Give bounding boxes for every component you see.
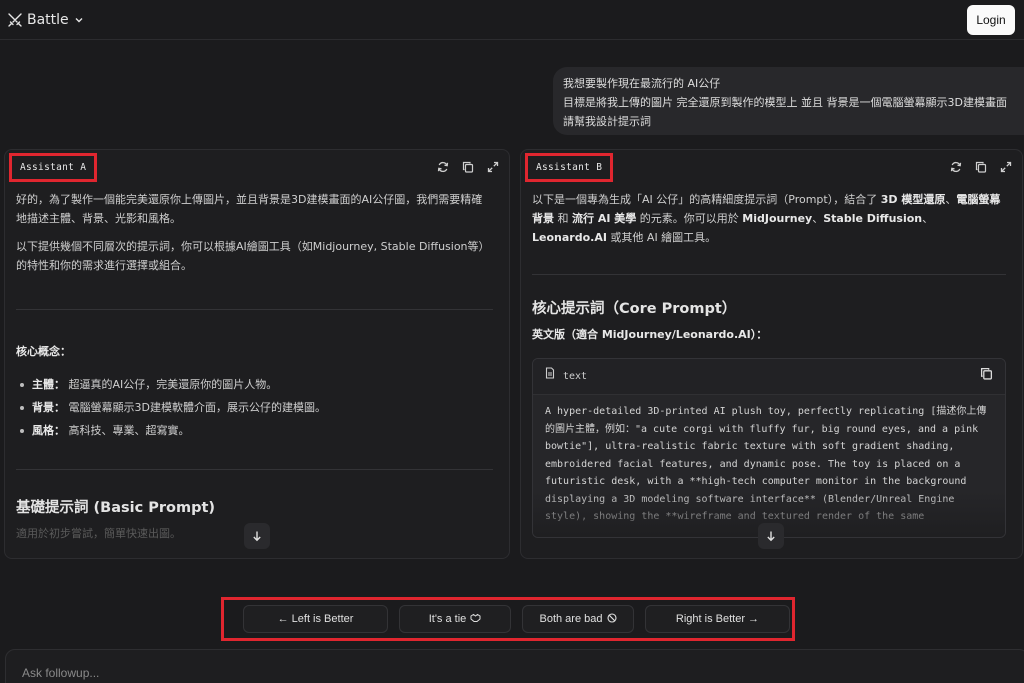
brand-label: Battle bbox=[27, 11, 69, 28]
assistant-b-panel: Assistant B 以下是一個專為生成「AI 公仔」的高精細度提示詞（Pro… bbox=[520, 149, 1023, 559]
intro-paragraph: 好的，為了製作一個能完美還原你上傳圖片，並且背景是3D建模畫面的AI公仔圖，我們… bbox=[16, 193, 483, 225]
user-message-line: 請幫我設計提示詞 bbox=[563, 115, 651, 128]
assistant-a-content: 好的，為了製作一個能完美還原你上傳圖片，並且背景是3D建模畫面的AI公仔圖，我們… bbox=[16, 190, 493, 558]
assistant-b-content: 以下是一個專為生成「AI 公仔」的高精細度提示詞（Prompt），結合了 3D … bbox=[532, 190, 1006, 558]
code-block-header: text bbox=[533, 359, 1005, 395]
scroll-down-button[interactable] bbox=[758, 523, 784, 549]
regenerate-icon[interactable] bbox=[437, 161, 449, 173]
vote-bar: ← Left is Better It's a tie Both are bad… bbox=[221, 597, 795, 641]
intro-paragraph: 以下是一個專為生成「AI 公仔」的高精細度提示詞（Prompt），結合了 3D … bbox=[532, 193, 1001, 244]
chevron-down-icon bbox=[74, 15, 84, 25]
basic-prompt-heading: 基礎提示詞 (Basic Prompt) bbox=[16, 500, 216, 516]
scroll-down-button[interactable] bbox=[244, 523, 270, 549]
top-bar: Battle Login bbox=[0, 0, 1024, 40]
assistant-a-panel: Assistant A 好的，為了製作一個能完美還原你上傳圖片，並且背景是3D建… bbox=[4, 149, 510, 559]
regenerate-icon[interactable] bbox=[950, 161, 962, 173]
expand-icon[interactable] bbox=[1000, 161, 1012, 173]
file-icon bbox=[545, 367, 555, 386]
list-item: 主體： 超逼真的AI公仔，完美還原你的圖片人物。 bbox=[16, 375, 493, 394]
assistant-b-header: Assistant B bbox=[521, 150, 1022, 184]
core-concept-heading: 核心概念： bbox=[16, 345, 71, 358]
assistant-b-label: Assistant B bbox=[525, 152, 614, 182]
code-block: text A hyper-detailed 3D-printed AI plus… bbox=[532, 358, 1006, 538]
concept-list: 主體： 超逼真的AI公仔，完美還原你的圖片人物。 背景： 電腦螢幕顯示3D建模軟… bbox=[16, 375, 493, 440]
battle-mode-selector[interactable]: Battle bbox=[8, 12, 84, 28]
copy-icon[interactable] bbox=[975, 161, 987, 173]
version-label: 英文版（適合 MidJourney/Leonardo.AI）： bbox=[532, 328, 768, 341]
intro-paragraph: 以下提供幾個不同層次的提示詞，你可以根據AI繪圖工具（如Midjourney, … bbox=[16, 240, 490, 272]
assistant-a-header: Assistant A bbox=[5, 150, 509, 184]
divider bbox=[532, 274, 1006, 275]
divider bbox=[16, 469, 493, 470]
assistant-a-label: Assistant A bbox=[9, 152, 98, 182]
user-message-line: 我想要製作現在最流行的 AI公仔 bbox=[563, 77, 721, 90]
list-item: 背景： 電腦螢幕顯示3D建模軟體介面，展示公仔的建模圖。 bbox=[16, 398, 493, 417]
divider bbox=[16, 309, 493, 310]
handshake-icon bbox=[470, 613, 481, 626]
core-prompt-heading: 核心提示詞（Core Prompt） bbox=[532, 301, 737, 317]
user-message: 我想要製作現在最流行的 AI公仔 目標是將我上傳的圖片 完全還原到製作的模型上 … bbox=[553, 67, 1024, 135]
both-bad-button[interactable]: Both are bad bbox=[522, 605, 634, 633]
ban-icon bbox=[606, 612, 617, 626]
followup-input[interactable]: Ask followup... bbox=[5, 649, 1024, 683]
tie-button[interactable]: It's a tie bbox=[399, 605, 511, 633]
code-language-label: text bbox=[563, 371, 588, 382]
left-is-better-button[interactable]: ← Left is Better bbox=[243, 605, 388, 633]
expand-icon[interactable] bbox=[487, 161, 499, 173]
user-message-line: 目標是將我上傳的圖片 完全還原到製作的模型上 並且 背景是一個電腦螢幕顯示3D建… bbox=[563, 96, 1007, 109]
code-text: A hyper-detailed 3D-printed AI plush toy… bbox=[533, 395, 1005, 537]
copy-code-icon[interactable] bbox=[980, 367, 993, 386]
list-item: 風格： 高科技、專業、超寫實。 bbox=[16, 421, 493, 440]
swords-icon bbox=[8, 12, 22, 27]
copy-icon[interactable] bbox=[462, 161, 474, 173]
right-is-better-button[interactable]: Right is Better → bbox=[645, 605, 790, 633]
login-button[interactable]: Login bbox=[967, 4, 1015, 35]
arrow-down-icon bbox=[253, 531, 261, 542]
arrow-down-icon bbox=[767, 531, 775, 542]
